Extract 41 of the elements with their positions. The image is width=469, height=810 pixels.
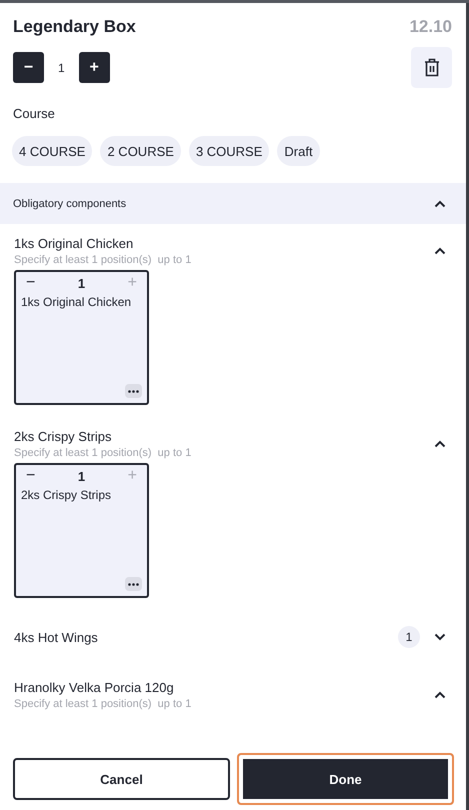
group-hint: Specify at least 1 position(s) up to 1: [14, 447, 192, 459]
quantity: 1: [58, 60, 65, 74]
chevron-down-icon[interactable]: [434, 633, 446, 641]
quantity: 1: [78, 276, 86, 290]
chevron-up-icon[interactable]: [434, 247, 446, 255]
group-hint: Specify at least 1 position(s) up to 1: [14, 254, 192, 266]
more-button[interactable]: [125, 577, 142, 591]
count-badge: 1: [398, 626, 420, 648]
section-header[interactable]: Obligatory components: [0, 183, 466, 224]
cancel-button[interactable]: Cancel: [13, 758, 230, 800]
chevron-up-icon[interactable]: [434, 200, 446, 208]
more-icon: [128, 390, 139, 392]
section-title: Obligatory components: [13, 198, 126, 210]
group-hint: Specify at least 1 position(s) up to 1: [14, 698, 192, 710]
chevron-up-icon[interactable]: [434, 691, 446, 699]
course-chip[interactable]: 2 COURSE: [100, 136, 181, 166]
minus-button[interactable]: −: [22, 275, 40, 291]
delete-button[interactable]: [411, 47, 452, 88]
option-name: 2ks Crispy Strips: [20, 487, 112, 504]
price: 12.10: [409, 17, 452, 37]
option-card[interactable]: − 1 + 2ks Crispy Strips: [14, 463, 149, 598]
done-button[interactable]: Done: [237, 753, 454, 805]
group-title: 2ks Crispy Strips: [14, 429, 113, 444]
option-card[interactable]: − 1 + 1ks Original Chicken: [14, 270, 149, 405]
more-button[interactable]: [125, 384, 142, 398]
group-title: 1ks Original Chicken: [14, 236, 134, 251]
quantity: 1: [78, 468, 86, 484]
product-title: Legendary Box: [13, 17, 136, 37]
chevron-up-icon[interactable]: [434, 440, 446, 448]
course-chip[interactable]: Draft: [277, 136, 320, 166]
trash-icon: [424, 58, 440, 77]
course-chip[interactable]: 3 COURSE: [188, 136, 270, 166]
more-icon: [128, 582, 139, 586]
plus-button[interactable]: +: [78, 52, 110, 83]
minus-button[interactable]: −: [22, 468, 40, 484]
option-name: 1ks Original Chicken: [20, 294, 132, 311]
course-chip[interactable]: 4 COURSE: [12, 136, 92, 166]
minus-button[interactable]: −: [13, 52, 44, 83]
group-title: Hranolky Velka Porcia 120g: [14, 680, 175, 695]
group-title: 4ks Hot Wings: [14, 630, 98, 644]
course-label: Course: [12, 105, 56, 121]
